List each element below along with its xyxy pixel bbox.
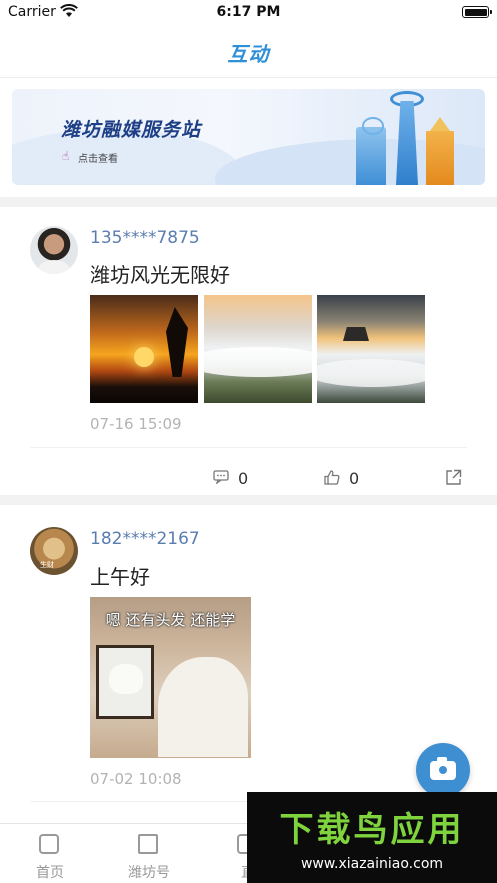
thumbs-up-icon[interactable] <box>324 470 340 489</box>
post-username[interactable]: 135****7875 <box>90 228 200 248</box>
post-image-pavilion[interactable] <box>317 295 425 403</box>
tab-weifang-hao[interactable]: 潍坊号 <box>99 824 199 883</box>
bookmark-icon <box>138 834 158 854</box>
section-divider <box>0 495 497 505</box>
home-icon <box>39 834 59 854</box>
cat-illustration <box>158 657 248 757</box>
tower-illustration <box>396 101 418 185</box>
camera-button[interactable] <box>416 743 470 797</box>
post-image-sunset[interactable] <box>90 295 198 403</box>
post-username[interactable]: 182****2167 <box>90 529 200 549</box>
meme-caption: 嗯 还有头发 还能学 <box>105 611 236 629</box>
tap-hand-icon: ☝ <box>62 149 70 163</box>
building-illustration <box>426 131 454 185</box>
avatar[interactable] <box>30 226 78 274</box>
battery-icon <box>462 6 492 18</box>
post-text: 潍坊风光无限好 <box>90 263 230 287</box>
avatar[interactable]: 生财 <box>30 527 78 575</box>
divider <box>30 447 467 448</box>
building-illustration <box>356 117 386 185</box>
service-banner[interactable]: 潍坊融媒服务站 ☝ 点击查看 <box>12 89 485 185</box>
comment-icon[interactable] <box>213 470 229 488</box>
tab-label: 首页 <box>36 865 64 881</box>
share-icon[interactable] <box>445 469 462 490</box>
post-time: 07-16 15:09 <box>90 415 182 433</box>
section-divider <box>0 197 497 207</box>
watermark: 下载鸟应用 www.xiazainiao.com <box>247 792 497 883</box>
cat-photo-frame <box>96 645 154 719</box>
camera-lens-icon <box>437 764 449 776</box>
like-count[interactable]: 0 <box>349 469 359 488</box>
clock: 6:17 PM <box>216 4 281 20</box>
watermark-url: www.xiazainiao.com <box>300 856 444 872</box>
nav-bar: 互动 <box>0 26 497 78</box>
page-title: 互动 <box>227 42 270 66</box>
post-time: 07-02 10:08 <box>90 770 182 788</box>
watermark-title: 下载鸟应用 <box>279 810 465 850</box>
avatar-caption: 生财 <box>40 561 54 569</box>
post-card: 135****7875 潍坊风光无限好 07-16 15:09 0 0 <box>0 207 497 495</box>
banner-cta[interactable]: 点击查看 <box>78 150 118 165</box>
tab-home[interactable]: 首页 <box>0 824 100 883</box>
banner-title: 潍坊融媒服务站 <box>61 119 202 141</box>
post-image-clouds[interactable] <box>204 295 312 403</box>
post-image-cat-meme[interactable]: 嗯 还有头发 还能学 <box>90 597 251 758</box>
status-bar: Carrier 6:17 PM <box>0 0 497 26</box>
post-text: 上午好 <box>90 565 150 589</box>
comment-count[interactable]: 0 <box>238 469 248 488</box>
tab-label: 潍坊号 <box>128 865 170 881</box>
